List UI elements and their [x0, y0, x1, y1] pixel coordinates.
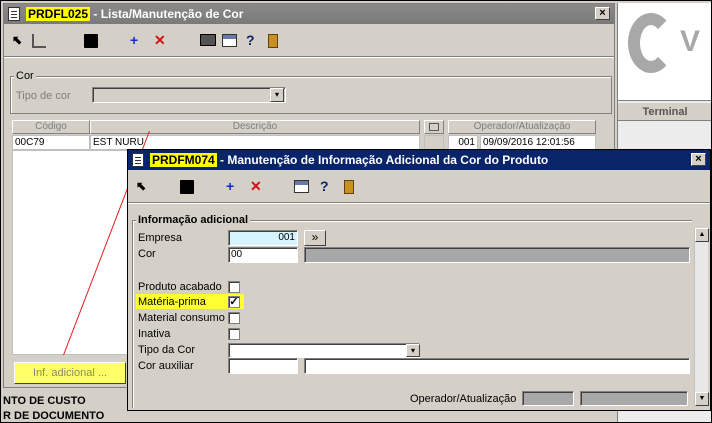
- logo-letter: V: [680, 25, 701, 58]
- info-window-titlebar: PRDFM074 - Manutenção de Informação Adic…: [128, 150, 710, 170]
- select-arrow-icon[interactable]: ⬉: [12, 30, 22, 50]
- operador-label: Operador/Atualização: [410, 393, 517, 405]
- add-icon[interactable]: +: [130, 30, 138, 50]
- select-arrow-icon[interactable]: ⬉: [136, 176, 146, 196]
- material-consumo-checkbox[interactable]: [228, 312, 240, 324]
- list-toolbar: ⬉ + ✕ ?: [10, 30, 310, 52]
- cor-auxiliar-input[interactable]: [228, 358, 298, 374]
- info-window: PRDFM074 - Manutenção de Informação Adic…: [127, 149, 711, 411]
- toolbar-separator: [4, 56, 614, 58]
- cor-input[interactable]: 00: [228, 247, 298, 263]
- empresa-label: Empresa: [138, 232, 183, 244]
- materia-prima-label: Matéria-prima: [138, 296, 206, 308]
- col-descricao[interactable]: Descrição: [90, 120, 420, 134]
- list-close-button[interactable]: ×: [595, 7, 610, 20]
- col-codigo[interactable]: Código: [12, 120, 90, 134]
- cell-codigo[interactable]: 00C79: [12, 135, 90, 150]
- exit-icon[interactable]: [344, 180, 354, 194]
- toolbar-separator: [128, 202, 710, 204]
- company-logo: V: [618, 3, 711, 101]
- document-icon: [8, 7, 20, 21]
- material-consumo-label: Material consumo: [138, 312, 225, 324]
- list-window-titlebar: PRDFL025 - Lista/Manutenção de Cor ×: [4, 4, 614, 24]
- save-icon[interactable]: [84, 34, 98, 48]
- bottom-text-2: R DE DOCUMENTO: [3, 410, 105, 422]
- print-icon[interactable]: [200, 34, 216, 46]
- cor-auxiliar-label: Cor auxiliar: [138, 360, 194, 372]
- info-toolbar: ⬉ + ✕ ?: [134, 176, 394, 198]
- info-window-title: - Manutenção de Informação Adicional da …: [216, 153, 549, 167]
- produto-acabado-label: Produto acabado: [138, 281, 222, 293]
- logo-ring-icon: [628, 13, 674, 73]
- cell-checkbox[interactable]: [424, 135, 444, 150]
- document-icon: [132, 153, 144, 167]
- operador-code: [522, 391, 574, 406]
- tipo-cor-label: Tipo de cor: [16, 90, 71, 102]
- cell-data[interactable]: 09/09/2016 12:01:56: [480, 135, 596, 150]
- scroll-down-icon[interactable]: ▼: [695, 392, 709, 406]
- inativa-label: Inativa: [138, 328, 171, 340]
- list-window-title: - Lista/Manutenção de Cor: [90, 7, 244, 21]
- screen: PRDFL025 - Lista/Manutenção de Cor × ⬉ +…: [0, 0, 712, 423]
- col-checkbox[interactable]: [424, 120, 444, 134]
- exit-icon[interactable]: [268, 34, 278, 48]
- calculator-icon[interactable]: [294, 180, 309, 193]
- chevron-down-icon[interactable]: ▾: [270, 88, 284, 102]
- cor-auxiliar-description: [304, 358, 690, 374]
- inf-adicional-button[interactable]: Inf. adicional ...: [14, 362, 126, 384]
- list-window-code: PRDFL025: [26, 7, 91, 21]
- inativa-checkbox[interactable]: [228, 328, 240, 340]
- info-group-label: Informação adicional: [136, 214, 251, 226]
- vertical-scrollbar[interactable]: ▲ ▼: [694, 228, 709, 406]
- scroll-up-icon[interactable]: ▲: [695, 228, 709, 242]
- produto-acabado-checkbox[interactable]: [228, 281, 240, 293]
- col-operador[interactable]: Operador/Atualização: [448, 120, 596, 134]
- info-close-button[interactable]: ×: [691, 153, 706, 166]
- chevron-down-icon[interactable]: ▾: [406, 344, 420, 357]
- copy-icon[interactable]: [32, 34, 46, 48]
- tipo-cor-label: Tipo da Cor: [138, 344, 196, 356]
- tipo-cor-select[interactable]: [92, 87, 286, 103]
- calculator-icon[interactable]: [222, 34, 237, 47]
- cor-group-label: Cor: [14, 70, 36, 82]
- empresa-input[interactable]: 001: [228, 230, 298, 246]
- add-icon[interactable]: +: [226, 176, 234, 196]
- delete-icon[interactable]: ✕: [154, 30, 166, 50]
- operador-date: [580, 391, 688, 406]
- delete-icon[interactable]: ✕: [250, 176, 262, 196]
- info-window-code: PRDFM074: [150, 153, 217, 167]
- materia-prima-checkbox[interactable]: ✓: [228, 296, 240, 308]
- bottom-text-1: NTO DE CUSTO: [3, 395, 86, 407]
- help-icon[interactable]: ?: [320, 176, 329, 196]
- tipo-cor-select[interactable]: [228, 343, 420, 358]
- cell-descricao[interactable]: EST NURU: [90, 135, 420, 150]
- cell-operador[interactable]: 001: [448, 135, 478, 150]
- empresa-lookup-button[interactable]: »: [304, 230, 326, 246]
- help-icon[interactable]: ?: [246, 30, 255, 50]
- cor-description: [304, 247, 690, 263]
- list-area[interactable]: [12, 150, 128, 355]
- cor-label: Cor: [138, 248, 156, 260]
- save-icon[interactable]: [180, 180, 194, 194]
- terminal-header: Terminal: [618, 103, 711, 121]
